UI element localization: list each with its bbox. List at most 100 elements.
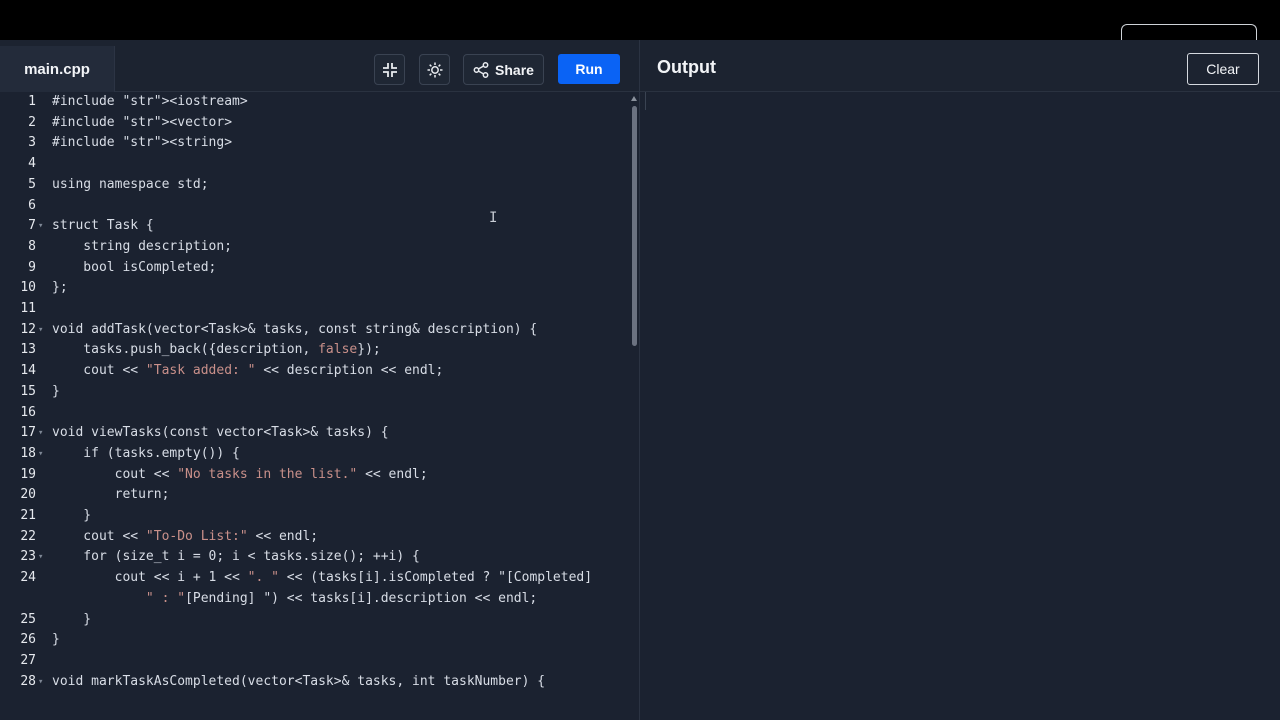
fold-arrow-icon[interactable]: ▾ — [38, 320, 43, 340]
line-text: } — [52, 508, 92, 523]
line-text: cout << "Task added: " << description <<… — [52, 363, 444, 379]
line-text: void markTaskAsCompleted(vector<Task>& t… — [52, 673, 546, 689]
editor-scrollbar-thumb[interactable] — [632, 106, 637, 346]
line-number: 24 — [20, 570, 36, 586]
output-panel — [640, 92, 1280, 720]
code-line[interactable]: 28 ▾ void markTaskAsCompleted(vector<Task>… — [0, 672, 630, 692]
line-number: 11 — [20, 301, 36, 316]
code-line[interactable]: 20 return; — [0, 485, 630, 505]
code-line[interactable]: 7 ▾ struct Task { — [0, 216, 630, 236]
line-number: 1 — [28, 94, 36, 109]
theme-sun-icon — [427, 62, 442, 77]
line-text: using namespace std; — [52, 176, 209, 192]
line-text: cout << "To-Do List:" << endl; — [52, 528, 319, 544]
line-number: 3 — [28, 135, 36, 151]
line-number: 2 — [28, 114, 36, 130]
code-line[interactable]: 14 cout << "Task added: " << description… — [0, 361, 630, 381]
code-line[interactable]: 2 #include "str"><vector> — [0, 113, 630, 133]
output-title: Output — [657, 57, 716, 77]
code-line[interactable]: 11 — [0, 299, 630, 319]
collapse-icon — [382, 62, 397, 77]
line-text: }; — [52, 280, 68, 296]
line-text: if (tasks.empty()) { — [52, 445, 240, 461]
text-cursor-icon: I — [489, 210, 498, 226]
line-number: 6 — [28, 197, 36, 213]
share-icon — [473, 61, 489, 78]
code-line[interactable]: 10}; — [0, 278, 630, 298]
line-text: return; — [52, 487, 170, 503]
line-text: void addTask(vector<Task>& tasks, const … — [52, 321, 538, 337]
line-number: 27 — [20, 652, 36, 668]
code-line[interactable]: 27 — [0, 651, 630, 671]
line-number: 16 — [20, 404, 36, 420]
line-number: 20 — [20, 487, 36, 503]
output-header: Output Clear — [640, 40, 1280, 92]
code-line[interactable]: 1 #include "str"><iostream> — [0, 92, 630, 112]
line-text: #include "str"><string> — [52, 135, 233, 151]
line-text: } — [52, 632, 60, 648]
line-number: 14 — [20, 363, 36, 379]
line-text: } — [52, 383, 60, 399]
share-button[interactable]: Share — [463, 54, 544, 85]
line-text: #include "str"><vector> — [52, 114, 233, 130]
line-text: cout << i + 1 << ". " << (tasks[i].isCom… — [52, 570, 593, 586]
share-label: Share — [495, 61, 534, 78]
code-line[interactable]: 18 ▾ if (tasks.empty()) { — [0, 444, 630, 464]
fold-arrow-icon[interactable]: ▾ — [38, 672, 43, 692]
code-editor[interactable]: 1 #include "str"><iostream> 2 #include "str… — [0, 92, 630, 720]
line-number: 22 — [20, 528, 36, 544]
run-button[interactable]: Run — [558, 54, 620, 84]
scroll-up-arrow[interactable] — [631, 96, 637, 101]
code-line[interactable]: 4 — [0, 154, 630, 174]
code-line[interactable]: 8 string description; — [0, 237, 630, 257]
line-number: 18 — [20, 445, 36, 461]
fold-arrow-icon[interactable]: ▾ — [38, 547, 43, 567]
clear-button[interactable]: Clear — [1187, 53, 1259, 85]
line-number: 10 — [20, 280, 36, 296]
line-number: 17 — [20, 425, 36, 441]
compiler-app: main.cpp Share Run 1 #include "str"><ios… — [0, 40, 1280, 720]
line-number: 19 — [20, 466, 36, 482]
line-number: 5 — [28, 176, 36, 192]
line-number: 13 — [20, 342, 36, 358]
code-line[interactable]: 24 cout << i + 1 << ". " << (tasks[i].is… — [0, 568, 630, 588]
code-line[interactable]: 17 ▾ void viewTasks(const vector<Task>& ta… — [0, 423, 630, 443]
line-text: } — [52, 611, 92, 627]
code-line[interactable]: 25 } — [0, 610, 630, 630]
fold-arrow-icon[interactable]: ▾ — [38, 216, 43, 236]
code-line[interactable]: 5 using namespace std; — [0, 175, 630, 195]
top-bar — [0, 0, 1280, 43]
code-line[interactable]: 9 bool isCompleted; — [0, 258, 630, 278]
code-line[interactable]: 23 ▾ for (size_t i = 0; i < tasks.size();… — [0, 547, 630, 567]
line-number: 15 — [20, 383, 36, 399]
code-line[interactable]: 12 ▾ void addTask(vector<Task>& tasks, con… — [0, 320, 630, 340]
code-line[interactable]: 22 cout << "To-Do List:" << endl; — [0, 527, 630, 547]
collapse-button[interactable] — [374, 54, 405, 85]
fold-arrow-icon[interactable]: ▾ — [38, 423, 43, 443]
line-number: 25 — [20, 611, 36, 627]
code-line[interactable]: 19 cout << "No tasks in the list." << en… — [0, 465, 630, 485]
line-text: tasks.push_back({description, false}); — [52, 342, 381, 358]
code-line[interactable]: 16 — [0, 403, 630, 423]
line-number: 21 — [20, 508, 36, 523]
code-line[interactable]: " : "[Pending] ") << tasks[i].descriptio… — [0, 589, 630, 609]
code-line[interactable]: 21 } — [0, 506, 630, 526]
line-number: 26 — [20, 632, 36, 648]
editor-header: main.cpp Share Run — [0, 40, 639, 92]
fold-arrow-icon[interactable]: ▾ — [38, 444, 43, 464]
line-text: void viewTasks(const vector<Task>& tasks… — [52, 425, 389, 441]
code-line[interactable]: 3 #include "str"><string> — [0, 133, 630, 153]
code-line[interactable]: 15} — [0, 382, 630, 402]
line-number: 4 — [28, 156, 36, 172]
line-number: 9 — [28, 259, 36, 275]
theme-toggle-button[interactable] — [419, 54, 450, 85]
code-line[interactable]: 26} — [0, 630, 630, 650]
line-number: 8 — [28, 238, 36, 254]
line-number: 23 — [20, 549, 36, 565]
line-text: #include "str"><iostream> — [52, 94, 248, 109]
code-line[interactable]: 13 tasks.push_back({description, false})… — [0, 340, 630, 360]
output-edge — [645, 92, 646, 110]
line-number: 7 — [28, 218, 36, 234]
code-line[interactable]: 6 — [0, 196, 630, 216]
file-tab[interactable]: main.cpp — [0, 46, 115, 92]
